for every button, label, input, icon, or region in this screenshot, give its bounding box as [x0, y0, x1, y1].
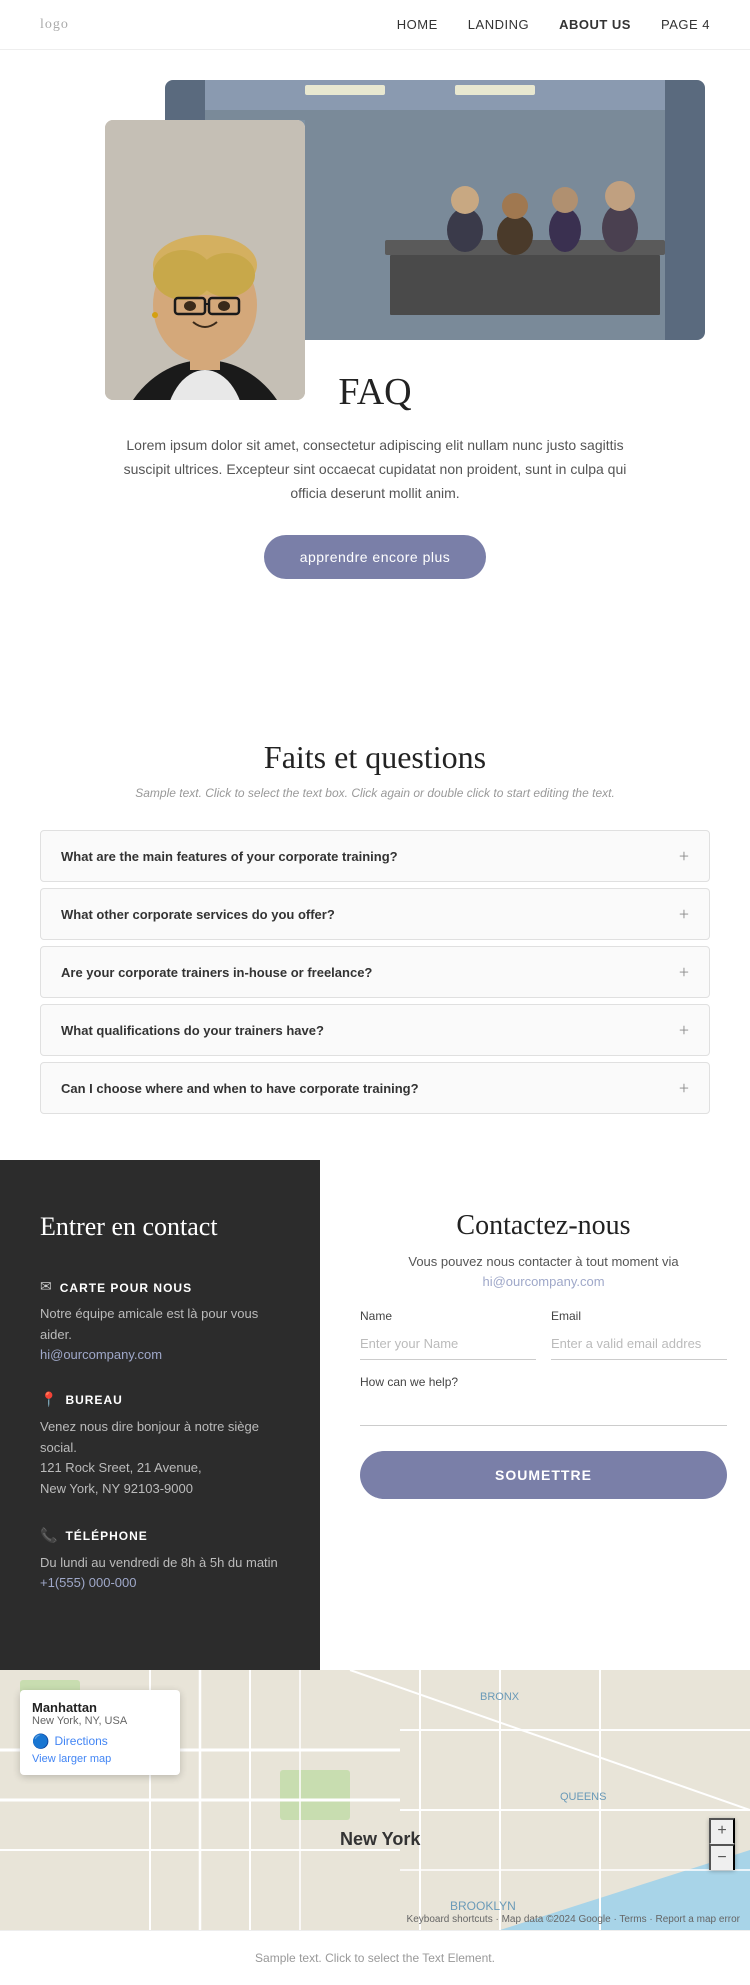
hero-description: Lorem ipsum dolor sit amet, consectetur …	[120, 434, 630, 505]
svg-text:QUEENS: QUEENS	[560, 1791, 606, 1803]
map-zoom-controls: + −	[709, 1818, 735, 1870]
faq-plus-3: +	[679, 963, 689, 981]
faq-item-4[interactable]: What qualifications do your trainers hav…	[40, 1004, 710, 1056]
carte-text: Notre équipe amicale est là pour vous ai…	[40, 1304, 280, 1346]
phone-icon: 📞	[40, 1528, 57, 1545]
map-section: New York BROOKLYN QUEENS BRONX Manhattan…	[0, 1670, 750, 1930]
carte-label: CARTE POUR NOUS	[60, 1281, 192, 1295]
svg-text:BRONX: BRONX	[480, 1691, 520, 1703]
logo: logo	[40, 17, 69, 33]
map-popup-subtitle: New York, NY, USA	[32, 1715, 168, 1727]
faq-plus-1: +	[679, 847, 689, 865]
faq-section: Faits et questions Sample text. Click to…	[0, 709, 750, 1160]
faq-item-5[interactable]: Can I choose where and when to have corp…	[40, 1062, 710, 1114]
footer: Sample text. Click to select the Text El…	[0, 1930, 750, 1985]
svg-text:BROOKLYN: BROOKLYN	[450, 1899, 516, 1913]
telephone-label: TÉLÉPHONE	[65, 1529, 147, 1543]
bureau-text: Venez nous dire bonjour à notre siège so…	[40, 1417, 280, 1500]
submit-button[interactable]: SOUMETTRE	[360, 1451, 727, 1499]
contact-right-desc: Vous pouvez nous contacter à tout moment…	[360, 1254, 727, 1269]
contact-email-link[interactable]: hi@ourcompany.com	[360, 1274, 727, 1289]
faq-item-3[interactable]: Are your corporate trainers in-house or …	[40, 946, 710, 998]
form-row-name-email: Name Email	[360, 1309, 727, 1360]
contact-section: Entrer en contact ✉ CARTE POUR NOUS Notr…	[0, 1160, 750, 1669]
bureau-label: BUREAU	[65, 1393, 122, 1407]
view-larger-map-link[interactable]: View larger map	[32, 1753, 168, 1765]
faq-item-2[interactable]: What other corporate services do you off…	[40, 888, 710, 940]
telephone-text: Du lundi au vendredi de 8h à 5h du matin	[40, 1553, 280, 1574]
directions-icon: 🔵	[32, 1733, 49, 1750]
help-label: How can we help?	[360, 1375, 727, 1389]
email-field-group: Email	[551, 1309, 727, 1360]
faq-question-4: What qualifications do your trainers hav…	[61, 1023, 324, 1038]
nav-landing[interactable]: LANDING	[468, 17, 529, 32]
hero-button[interactable]: apprendre encore plus	[264, 535, 487, 579]
contact-right-panel: Contactez-nous Vous pouvez nous contacte…	[320, 1160, 750, 1669]
map-popup: Manhattan New York, NY, USA 🔵 Directions…	[20, 1690, 180, 1775]
directions-label[interactable]: Directions	[54, 1734, 107, 1748]
spacer	[0, 629, 750, 689]
contact-left-panel: Entrer en contact ✉ CARTE POUR NOUS Notr…	[0, 1160, 320, 1669]
faq-item-1[interactable]: What are the main features of your corpo…	[40, 830, 710, 882]
carte-link[interactable]: hi@ourcompany.com	[40, 1347, 162, 1362]
name-label: Name	[360, 1309, 536, 1323]
name-input[interactable]	[360, 1328, 536, 1360]
email-input[interactable]	[551, 1328, 727, 1360]
spacer2	[0, 689, 750, 709]
contact-right-title: Contactez-nous	[360, 1210, 727, 1242]
envelope-icon: ✉	[40, 1279, 52, 1296]
hero-overlay-card	[105, 120, 305, 400]
faq-question-2: What other corporate services do you off…	[61, 907, 335, 922]
help-input[interactable]	[360, 1394, 727, 1426]
contact-item-bureau: 📍 BUREAU Venez nous dire bonjour à notre…	[40, 1392, 280, 1500]
nav-links: HOME LANDING ABOUT US PAGE 4	[397, 17, 710, 32]
contact-left-title: Entrer en contact	[40, 1210, 280, 1244]
faq-question-5: Can I choose where and when to have corp…	[61, 1081, 419, 1096]
zoom-out-button[interactable]: −	[709, 1844, 735, 1870]
hero-section: FAQ Lorem ipsum dolor sit amet, consecte…	[0, 50, 750, 629]
map-directions[interactable]: 🔵 Directions	[32, 1733, 168, 1750]
map-popup-title: Manhattan	[32, 1700, 168, 1715]
faq-plus-4: +	[679, 1021, 689, 1039]
footer-text: Sample text. Click to select the Text El…	[255, 1951, 495, 1965]
location-icon: 📍	[40, 1392, 57, 1409]
email-label: Email	[551, 1309, 727, 1323]
faq-question-3: Are your corporate trainers in-house or …	[61, 965, 372, 980]
faq-question-1: What are the main features of your corpo…	[61, 849, 398, 864]
zoom-in-button[interactable]: +	[709, 1818, 735, 1844]
contact-item-carte: ✉ CARTE POUR NOUS Notre équipe amicale e…	[40, 1279, 280, 1364]
telephone-link[interactable]: +1(555) 000-000	[40, 1575, 137, 1590]
hero-image-container	[105, 80, 645, 340]
map-credit: Keyboard shortcuts · Map data ©2024 Goog…	[407, 1914, 740, 1925]
svg-text:New York: New York	[340, 1829, 421, 1849]
nav-page4[interactable]: PAGE 4	[661, 17, 710, 32]
nav-home[interactable]: HOME	[397, 17, 438, 32]
faq-plus-2: +	[679, 905, 689, 923]
name-field-group: Name	[360, 1309, 536, 1360]
faq-subtitle: Sample text. Click to select the text bo…	[40, 786, 710, 800]
nav-about[interactable]: ABOUT US	[559, 17, 631, 32]
faq-plus-5: +	[679, 1079, 689, 1097]
contact-item-telephone: 📞 TÉLÉPHONE Du lundi au vendredi de 8h à…	[40, 1528, 280, 1592]
faq-title: Faits et questions	[40, 739, 710, 776]
navbar: logo HOME LANDING ABOUT US PAGE 4	[0, 0, 750, 50]
